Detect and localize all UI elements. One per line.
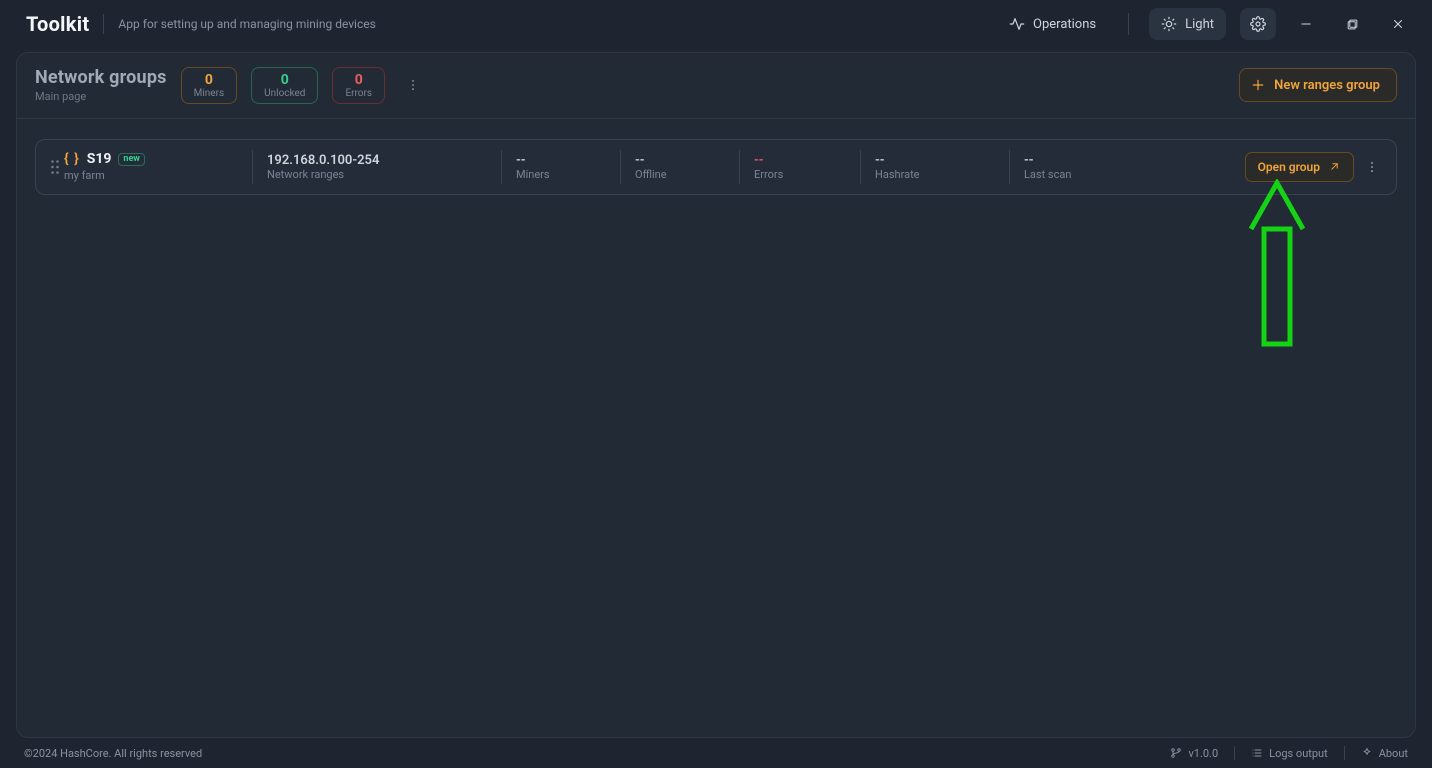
- operations-button[interactable]: Operations: [997, 8, 1108, 40]
- maximize-icon: [1346, 18, 1359, 31]
- app-description: App for setting up and managing mining d…: [118, 17, 375, 31]
- open-group-button[interactable]: Open group: [1245, 152, 1354, 182]
- stat-miners-value: 0: [205, 72, 213, 88]
- col-ranges: 192.168.0.100-254 Network ranges: [253, 140, 501, 194]
- stat-miners: 0 Miners: [181, 67, 238, 104]
- logs-output-button[interactable]: Logs output: [1251, 747, 1328, 760]
- lastscan-value: --: [1024, 153, 1231, 168]
- version-indicator[interactable]: v1.0.0: [1170, 747, 1218, 760]
- main-panel: Network groups Main page 0 Miners 0 Unlo…: [16, 52, 1416, 738]
- app-name: Toolkit: [26, 12, 89, 36]
- new-ranges-group-label: New ranges group: [1274, 78, 1380, 93]
- ranges-label: Network ranges: [267, 168, 487, 181]
- grip-icon: [50, 159, 60, 175]
- arrow-up-right-icon: [1328, 160, 1341, 173]
- stat-errors-value: 0: [355, 72, 363, 88]
- col-offline: -- Offline: [621, 140, 739, 194]
- window-maximize-button[interactable]: [1336, 8, 1368, 40]
- tag-new: new: [118, 153, 145, 166]
- operations-label: Operations: [1033, 17, 1096, 32]
- group-name-cell: { } S19 new my farm: [64, 140, 252, 194]
- statusbar-divider: [1344, 746, 1345, 760]
- content-area: { } S19 new my farm 192.168.0.100-254 Ne…: [17, 119, 1415, 737]
- group-name: S19: [87, 151, 112, 167]
- group-row[interactable]: { } S19 new my farm 192.168.0.100-254 Ne…: [35, 139, 1397, 195]
- titlebar-divider: [103, 14, 104, 34]
- errors-label: Errors: [754, 168, 846, 181]
- statusbar-divider: [1234, 746, 1235, 760]
- ranges-value: 192.168.0.100-254: [267, 153, 487, 168]
- col-miners: -- Miners: [502, 140, 620, 194]
- kebab-icon: [1365, 160, 1379, 174]
- stat-errors-label: Errors: [345, 88, 372, 100]
- page-subtitle: Main page: [35, 90, 167, 103]
- minimize-icon: [1299, 17, 1313, 31]
- hashrate-value: --: [875, 153, 995, 168]
- sparkle-icon: [1361, 747, 1373, 759]
- gear-icon: [1250, 16, 1266, 32]
- theme-label: Light: [1185, 17, 1214, 32]
- window-minimize-button[interactable]: [1290, 8, 1322, 40]
- annotation-arrow-icon: [1247, 179, 1307, 349]
- version-label: v1.0.0: [1188, 747, 1218, 760]
- offline-label: Offline: [635, 168, 725, 181]
- open-group-label: Open group: [1258, 160, 1320, 174]
- page-title-wrap: Network groups Main page: [35, 67, 167, 103]
- col-errors: -- Errors: [740, 140, 860, 194]
- col-lastscan: -- Last scan: [1010, 140, 1245, 194]
- stat-unlocked-value: 0: [281, 72, 289, 88]
- git-branch-icon: [1170, 747, 1182, 759]
- col-hashrate: -- Hashrate: [861, 140, 1009, 194]
- titlebar-vdiv: [1128, 13, 1129, 35]
- settings-button[interactable]: [1240, 8, 1276, 40]
- statusbar: ©2024 HashCore. All rights reserved v1.0…: [0, 738, 1432, 768]
- about-label: About: [1379, 747, 1408, 760]
- curly-braces-icon: { }: [64, 151, 80, 167]
- page-title: Network groups: [35, 67, 167, 88]
- activity-icon: [1009, 16, 1025, 32]
- sun-icon: [1161, 16, 1177, 32]
- about-button[interactable]: About: [1361, 747, 1408, 760]
- page-header: Network groups Main page 0 Miners 0 Unlo…: [17, 53, 1415, 119]
- logs-output-label: Logs output: [1269, 747, 1328, 760]
- errors-value: --: [754, 153, 846, 168]
- miners-value: --: [516, 153, 606, 168]
- header-menu-button[interactable]: [399, 71, 427, 99]
- lastscan-label: Last scan: [1024, 168, 1231, 181]
- close-icon: [1391, 17, 1405, 31]
- drag-handle[interactable]: [46, 140, 64, 194]
- offline-value: --: [635, 153, 725, 168]
- theme-button[interactable]: Light: [1149, 8, 1226, 40]
- new-ranges-group-button[interactable]: New ranges group: [1239, 68, 1397, 102]
- kebab-icon: [406, 78, 420, 92]
- plus-icon: [1250, 77, 1266, 93]
- group-subtitle: my farm: [64, 169, 252, 182]
- stat-unlocked-label: Unlocked: [264, 88, 305, 100]
- titlebar: Toolkit App for setting up and managing …: [0, 0, 1432, 48]
- stat-errors: 0 Errors: [332, 67, 385, 104]
- stat-miners-label: Miners: [194, 88, 225, 100]
- stat-unlocked: 0 Unlocked: [251, 67, 318, 104]
- row-menu-button[interactable]: [1360, 152, 1384, 182]
- window-close-button[interactable]: [1382, 8, 1414, 40]
- list-icon: [1251, 747, 1263, 759]
- hashrate-label: Hashrate: [875, 168, 995, 181]
- miners-label: Miners: [516, 168, 606, 181]
- copyright: ©2024 HashCore. All rights reserved: [24, 747, 202, 760]
